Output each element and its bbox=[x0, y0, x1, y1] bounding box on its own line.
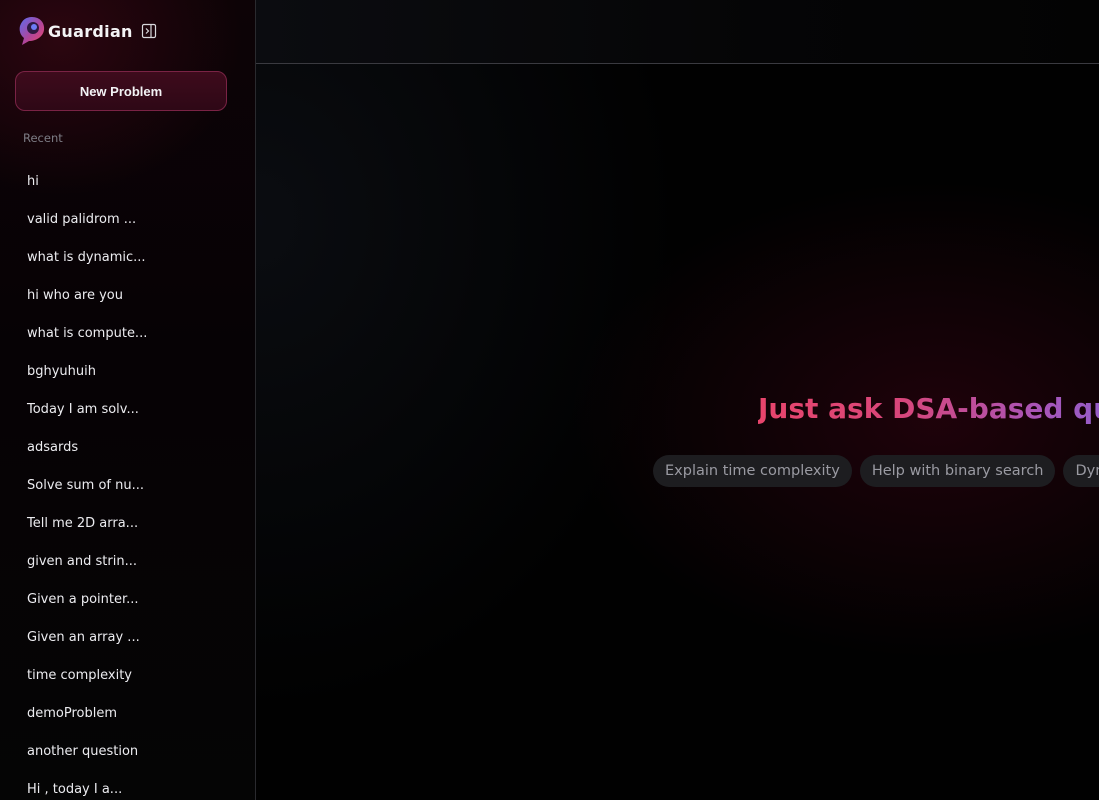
sidebar-toggle-icon[interactable] bbox=[141, 23, 157, 39]
suggestion-chip[interactable]: Help with binary search bbox=[859, 455, 1056, 487]
recent-item[interactable]: Given a pointer... bbox=[0, 580, 255, 618]
guardian-logo-icon bbox=[19, 17, 45, 45]
recent-item[interactable]: time complexity bbox=[0, 656, 255, 694]
recent-item[interactable]: valid palidrom ... bbox=[0, 200, 255, 238]
recent-item[interactable]: what is compute... bbox=[0, 314, 255, 352]
main-content: Just ask DSA-based questions Explain tim… bbox=[256, 0, 1099, 800]
recent-list: hi valid palidrom ... what is dynamic...… bbox=[0, 162, 255, 800]
suggestion-chips: Explain time complexity Help with binary… bbox=[653, 455, 1099, 487]
recent-item[interactable]: demoProblem bbox=[0, 694, 255, 732]
sidebar: Guardian New Problem Recent hi valid pal… bbox=[0, 0, 256, 800]
hero-title: Just ask DSA-based questions bbox=[758, 392, 1099, 425]
recent-item[interactable]: Today I am solv... bbox=[0, 390, 255, 428]
new-problem-button[interactable]: New Problem bbox=[15, 71, 227, 111]
recent-section-label: Recent bbox=[23, 131, 63, 145]
recent-item[interactable]: Tell me 2D arra... bbox=[0, 504, 255, 542]
recent-item[interactable]: Given an array ... bbox=[0, 618, 255, 656]
brand: Guardian bbox=[17, 14, 157, 48]
recent-item[interactable]: adsards bbox=[0, 428, 255, 466]
recent-item[interactable]: given and strin... bbox=[0, 542, 255, 580]
suggestion-chip[interactable]: Explain time complexity bbox=[653, 455, 852, 487]
brand-name: Guardian bbox=[48, 21, 133, 41]
recent-item[interactable]: hi who are you bbox=[0, 276, 255, 314]
recent-item[interactable]: hi bbox=[0, 162, 255, 200]
suggestion-chip[interactable]: Dynamic programming bbox=[1063, 455, 1099, 487]
recent-item[interactable]: Solve sum of nu... bbox=[0, 466, 255, 504]
recent-item[interactable]: another question bbox=[0, 732, 255, 770]
recent-item[interactable]: Hi , today I a... bbox=[0, 770, 255, 800]
recent-item[interactable]: what is dynamic... bbox=[0, 238, 255, 276]
top-bar bbox=[256, 0, 1099, 64]
app-root: Guardian New Problem Recent hi valid pal… bbox=[0, 0, 1099, 800]
recent-item[interactable]: bghyuhuih bbox=[0, 352, 255, 390]
